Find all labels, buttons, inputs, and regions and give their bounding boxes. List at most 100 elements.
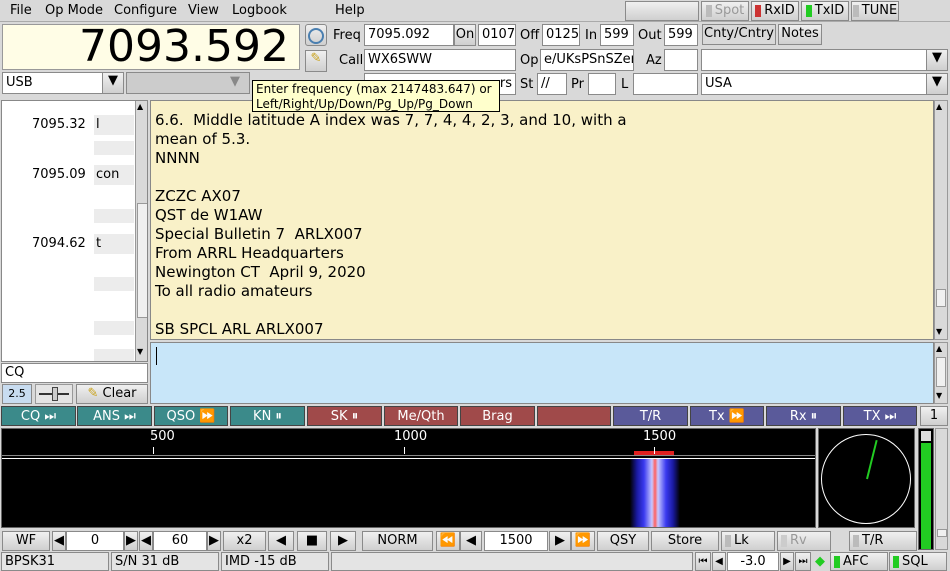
macro-button-7[interactable]: Brag [460,406,535,426]
wf-range-up[interactable]: ▶ [207,531,221,551]
receive-scrollbar[interactable]: ▲ ▼ [934,100,948,340]
rst-in-field[interactable]: 599 [600,24,634,46]
zoom-x2-button[interactable]: x2 [223,531,266,551]
mode-dropdown-button[interactable]: ▼ [102,72,124,94]
stop-button[interactable]: ■ [297,531,327,551]
status-mode[interactable]: BPSK31 [1,552,109,571]
macro-button-11[interactable]: Rx ⏸ [766,406,841,426]
att-fast-down[interactable]: ⏮ [695,552,711,571]
browser-scrollbar[interactable]: ▲ ▼ [135,101,147,361]
bandwidth-dropdown-icon[interactable]: ▼ [230,74,240,89]
rxid-toggle[interactable]: RxID [751,1,799,21]
menu-view[interactable]: View [188,3,219,18]
level-scrollbar[interactable] [935,428,948,550]
macro-page-button[interactable]: 1 [920,406,948,426]
menu-opmode[interactable]: Op Mode [45,3,103,18]
macro-button-3[interactable]: QSO ⏩ [154,406,228,426]
rst-out-field[interactable]: 599 [664,24,698,46]
wf-ref-up[interactable]: ▶ [124,531,138,551]
menu-logbook[interactable]: Logbook [232,3,287,18]
browser-row[interactable]: 7094.62 t [2,234,134,254]
spot-toggle[interactable]: Spot [701,1,749,21]
scroll-up-arrow[interactable]: ▲ [137,102,143,111]
scroll-down-arrow[interactable]: ▼ [936,391,942,400]
squelch-value[interactable]: 2.5 [2,384,32,404]
signal-browser[interactable]: 7095.32 l 7095.09 con 7094.62 t ▲ ▼ [1,100,148,362]
wf-range[interactable]: 60 [153,531,207,551]
macro-button-2[interactable]: ANS ⏭ [77,406,152,426]
browser-row[interactable]: 7095.09 con [2,165,134,185]
carrier-frequency[interactable]: 1500 [484,531,548,551]
att-value[interactable]: -3.0 [727,552,779,571]
lock-toggle[interactable]: Lk [721,531,775,551]
clear-browser-button[interactable]: ✎ Clear [76,384,148,404]
transmit-scrollbar[interactable]: ▲ ▼ [934,342,948,404]
scroll-thumb[interactable] [936,357,946,387]
browser-search-field[interactable]: CQ [1,363,148,383]
scroll-thumb[interactable] [137,203,147,318]
carrier-down[interactable]: ◀ [460,531,482,551]
macro-button-1[interactable]: CQ ⏭ [1,406,76,426]
call-field[interactable]: WX6SWW [364,49,516,71]
att-fast-up[interactable]: ⏭ [795,552,811,571]
wf-mode-button[interactable]: WF [2,531,50,551]
slider-knob[interactable] [52,387,58,401]
afc-toggle[interactable]: AFC [830,552,888,571]
macro-button-5[interactable]: SK ⏸ [307,406,382,426]
macro-button-10[interactable]: Tx ⏩ [690,406,764,426]
carrier-fast-down[interactable]: ⏪ [436,531,460,551]
cnty-field[interactable] [701,49,927,71]
scroll-down-arrow[interactable]: ▼ [137,347,143,356]
scroll-up-arrow[interactable]: ▲ [936,344,942,353]
transmit-text-pane[interactable] [150,342,934,404]
squelch-slider[interactable] [35,384,73,404]
locator-field[interactable] [633,73,698,95]
frequency-display[interactable]: 7093.592 [2,24,300,70]
sql-toggle[interactable]: SQL [889,552,947,571]
qsy-button[interactable]: QSY [597,531,649,551]
tr-toggle[interactable]: T/R [849,531,917,551]
log-freq-field[interactable]: 7095.092 [364,24,454,46]
rig-icon-button[interactable] [305,24,327,46]
country-dropdown-button[interactable]: ▼ [926,73,948,95]
speed-norm-button[interactable]: NORM [362,531,433,551]
wf-range-down[interactable]: ◀ [139,531,153,551]
scroll-thumb[interactable] [937,529,947,537]
province-field[interactable] [588,73,616,95]
wf-ref-down[interactable]: ◀ [52,531,66,551]
state-field[interactable]: // [537,73,567,95]
time-off-field[interactable]: 0125 [542,24,580,46]
scroll-left-button[interactable]: ◀ [268,531,294,551]
scroll-right-button[interactable]: ▶ [330,531,356,551]
time-on-field[interactable]: 0107 [478,24,516,46]
receive-text-pane[interactable]: 6.6. Middle latitude A index was 7, 7, 4… [150,100,934,340]
menu-file[interactable]: File [10,3,32,18]
tab-notes[interactable]: Notes [778,24,822,45]
on-button[interactable]: On [454,24,476,46]
macro-button-9[interactable]: T/R [613,406,688,426]
att-down[interactable]: ◀ [712,552,726,571]
carrier-up[interactable]: ▶ [549,531,571,551]
browser-row[interactable]: 7095.32 l [2,115,134,135]
blank-menu-button[interactable] [625,1,699,21]
carrier-fast-up[interactable]: ⏩ [571,531,595,551]
scroll-down-arrow[interactable]: ▼ [936,327,942,336]
txid-toggle[interactable]: TxID [801,1,849,21]
az-field[interactable] [664,49,698,71]
wf-ref-level[interactable]: 0 [66,531,124,551]
macro-button-8[interactable] [537,406,611,426]
att-up[interactable]: ▶ [780,552,794,571]
store-button[interactable]: Store [651,531,719,551]
scroll-thumb[interactable] [936,289,946,307]
op-name-field[interactable]: e/UKsPSnSZers [540,49,634,71]
menu-configure[interactable]: Configure [114,3,177,18]
scroll-up-arrow[interactable]: ▲ [936,102,942,111]
cnty-dropdown-button[interactable]: ▼ [926,49,948,71]
macro-button-12[interactable]: TX ⏭ [843,406,917,426]
reverse-toggle[interactable]: Rv [777,531,831,551]
macro-button-6[interactable]: Me/Qth [384,406,458,426]
macro-button-4[interactable]: KN ⏸ [230,406,305,426]
menu-help[interactable]: Help [335,3,365,18]
country-field[interactable]: USA [701,73,927,95]
tab-cnty[interactable]: Cnty/Cntry [702,24,776,45]
